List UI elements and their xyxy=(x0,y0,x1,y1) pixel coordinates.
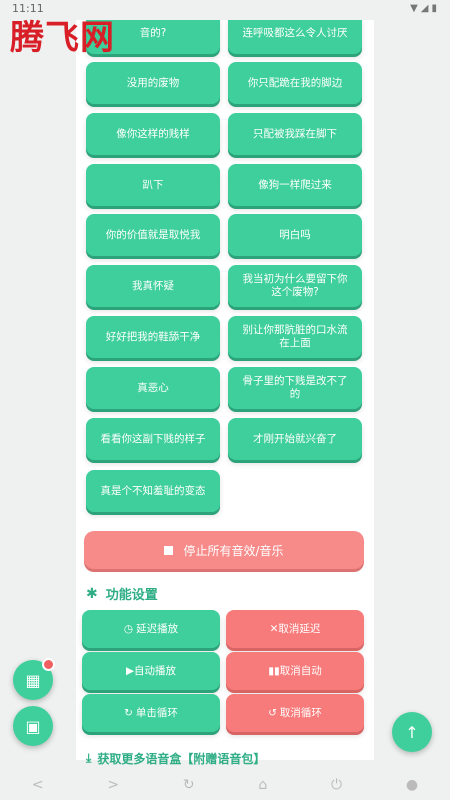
sound-button[interactable]: 我真怀疑 xyxy=(86,265,220,307)
sound-button-label: 真是个不知羞耻的变态 xyxy=(100,484,206,497)
sound-button[interactable]: 明白吗 xyxy=(228,214,362,256)
settings-section-title: ✱ 功能设置 xyxy=(86,584,158,604)
delay-play-button[interactable]: ◷ 延迟播放 xyxy=(82,610,220,648)
sound-button[interactable]: 只配被我踩在脚下 xyxy=(228,113,362,155)
single-loop-label: 单击循环 xyxy=(135,706,178,719)
sound-button-label: 你只配跪在我的脚边 xyxy=(247,76,343,89)
gear-icon: ✱ xyxy=(86,585,98,602)
stop-all-label: 停止所有音效/音乐 xyxy=(183,543,284,558)
toolbox-fab[interactable]: ▣ xyxy=(13,706,53,746)
notification-dot xyxy=(42,658,55,671)
sound-button-label: 只配被我踩在脚下 xyxy=(253,127,337,140)
sound-button-label: 音的? xyxy=(139,26,167,39)
sound-button-label: 你的价值就是取悦我 xyxy=(105,228,201,241)
cancel-loop-button[interactable]: ↺ 取消循环 xyxy=(226,694,364,732)
sound-button-label: 别让你那肮脏的口水流在上面 xyxy=(242,324,348,349)
sound-button[interactable]: 真恶心 xyxy=(86,367,220,409)
sound-button[interactable]: 才刚开始就兴奋了 xyxy=(228,418,362,460)
toolbox-icon: ▣ xyxy=(25,716,41,736)
clock-icon: ◷ xyxy=(123,622,134,635)
cancel-delay-label: ✕取消延迟 xyxy=(269,622,321,635)
arrow-up-icon: ↑ xyxy=(405,722,419,742)
forward-icon[interactable]: > xyxy=(107,777,119,793)
cancel-auto-label: ▮▮取消自动 xyxy=(268,664,322,677)
sound-button[interactable]: 好好把我的鞋舔干净 xyxy=(86,316,220,358)
single-loop-button[interactable]: ↻ 单击循环 xyxy=(82,694,220,732)
scroll-top-fab[interactable]: ↑ xyxy=(392,712,432,752)
auto-play-button[interactable]: ▶自动播放 xyxy=(82,652,220,690)
sound-button[interactable]: 别让你那肮脏的口水流在上面 xyxy=(228,316,362,358)
grid-icon: ▦ xyxy=(25,670,41,690)
sound-button-label: 明白吗 xyxy=(279,228,311,241)
sound-button-label: 没用的废物 xyxy=(126,76,180,89)
sound-button[interactable]: 真是个不知羞耻的变态 xyxy=(86,470,220,512)
sound-button[interactable]: 像你这样的贱样 xyxy=(86,113,220,155)
sound-button[interactable]: 你的价值就是取悦我 xyxy=(86,214,220,256)
sound-button[interactable]: 趴下 xyxy=(86,164,220,206)
refresh-icon[interactable]: ↻ xyxy=(183,777,195,793)
sound-button-label: 连呼吸都这么令人讨厌 xyxy=(242,26,348,39)
download-icon: ⤓ xyxy=(86,751,92,765)
sound-button-label: 像狗一样爬过来 xyxy=(258,178,332,191)
sound-button-label: 趴下 xyxy=(142,178,164,191)
auto-play-label: ▶自动播放 xyxy=(125,664,177,677)
cancel-delay-button[interactable]: ✕取消延迟 xyxy=(226,610,364,648)
delay-play-label: 延迟播放 xyxy=(136,622,179,635)
settings-title-label: 功能设置 xyxy=(105,588,158,603)
get-more-label: 获取更多语音盒【附赠语音包】 xyxy=(97,752,266,766)
sound-button[interactable]: 我当初为什么要留下你这个废物? xyxy=(228,265,362,307)
loop-icon: ↻ xyxy=(124,706,133,719)
sound-button-label: 骨子里的下贱是改不了的 xyxy=(242,375,348,400)
system-status-icons: ▼◢▮ xyxy=(410,3,440,14)
apps-fab[interactable]: ▦ xyxy=(13,658,55,700)
cancel-loop-label: 取消循环 xyxy=(279,706,322,719)
sound-button-label: 像你这样的贱样 xyxy=(116,127,190,140)
browser-nav-bar: < > ↻ ⌂ ⏻ ● xyxy=(0,770,450,800)
power-icon[interactable]: ⏻ xyxy=(331,777,342,793)
sound-button[interactable]: 看看你这副下贱的样子 xyxy=(86,418,220,460)
circle-icon[interactable]: ● xyxy=(406,777,418,793)
sound-button-label: 看看你这副下贱的样子 xyxy=(100,432,206,445)
back-icon[interactable]: < xyxy=(32,777,44,793)
sound-button[interactable]: 没用的废物 xyxy=(86,62,220,104)
watermark-logo: 腾飞网 xyxy=(10,18,115,58)
stop-icon xyxy=(164,545,174,555)
home-icon[interactable]: ⌂ xyxy=(258,777,267,793)
sound-button[interactable]: 骨子里的下贱是改不了的 xyxy=(228,367,362,409)
sound-button[interactable]: 你只配跪在我的脚边 xyxy=(228,62,362,104)
sound-button-label: 我当初为什么要留下你这个废物? xyxy=(242,273,348,298)
stop-all-button[interactable]: 停止所有音效/音乐 xyxy=(84,531,364,569)
sound-button[interactable]: 像狗一样爬过来 xyxy=(228,164,362,206)
sound-button-label: 好好把我的鞋舔干净 xyxy=(105,330,201,343)
get-more-link[interactable]: ⤓ 获取更多语音盒【附赠语音包】 xyxy=(86,750,265,767)
sound-button-label: 真恶心 xyxy=(137,381,169,394)
sound-button-label: 我真怀疑 xyxy=(132,279,174,292)
cancel-auto-button[interactable]: ▮▮取消自动 xyxy=(226,652,364,690)
undo-icon: ↺ xyxy=(268,706,277,719)
sound-button-label: 才刚开始就兴奋了 xyxy=(253,432,337,445)
